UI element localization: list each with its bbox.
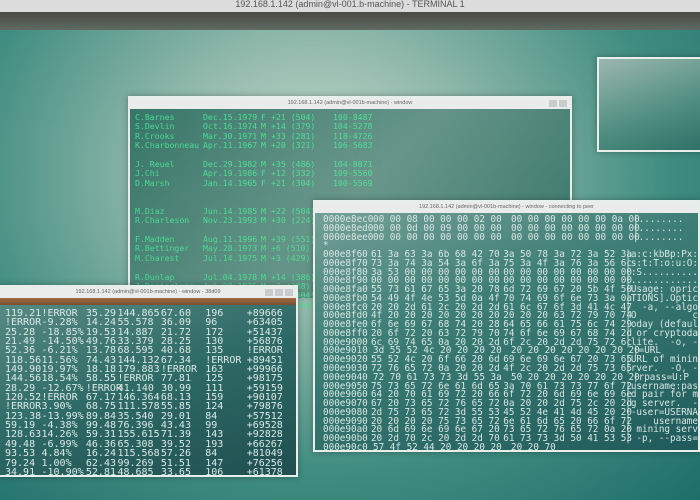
record-cell: +21 (304) xyxy=(271,177,316,188)
record-cell: Jul.14.1975 xyxy=(203,252,258,263)
record-cell xyxy=(333,188,393,197)
hex-bytes-1: 57 4f 52 44 20 20 20 20 xyxy=(373,441,502,453)
terminal-toolbar xyxy=(0,12,700,30)
hex-address: 000e90c0 xyxy=(323,441,368,453)
hex-ascii: | -p, --pass= xyxy=(625,433,698,445)
record-row: K.Charbonneau Apr.11.1967 M +20 (321) 106-56… xyxy=(135,140,565,151)
hexdump-window-titlebar[interactable]: 192.168.1.142 (admin@vl-001b-machine) - … xyxy=(315,202,698,213)
spreadsheet-header-row xyxy=(0,298,296,305)
hex-bytes-2: 20 20 70 xyxy=(511,441,556,453)
spreadsheet-window[interactable]: 192.168.1.142 (admin@vl-001b-machine) - … xyxy=(0,285,298,478)
hexdump-window-title: 192.168.1.142 (admin@vl-001b-machine) - … xyxy=(419,204,594,210)
record-cell: Jan.14.1965 xyxy=(203,177,258,188)
hexdump-content: 0000e8ec0 00 00 08 00 00 00 02 00 00 00 00… xyxy=(315,213,698,453)
record-cell: M xyxy=(261,140,266,151)
record-cell: 100-5569 xyxy=(333,177,373,188)
table-cell: 34.91 xyxy=(5,466,36,478)
minimize-icon[interactable] xyxy=(265,289,273,296)
minimize-icon[interactable] xyxy=(549,100,557,107)
table-cell: 52.81 xyxy=(85,466,116,478)
record-cell xyxy=(261,188,271,197)
hex-address: 0000e8ee0 xyxy=(323,231,374,243)
hex-ascii: |........ xyxy=(633,231,684,243)
record-cell: R.Charleson xyxy=(135,215,190,226)
record-cell: K.Charbonneau xyxy=(135,140,200,151)
table-cell: 33.65 xyxy=(160,466,191,478)
table-cell: 106 xyxy=(205,466,224,478)
hex-bytes-1: 00 00 00 00 00 00 00 00 xyxy=(373,231,502,243)
hexdump-row: 0000e8ee0 00 00 00 00 00 00 00 00 00 00 00… xyxy=(323,231,698,243)
hexdump-row: 000e90c0 57 4f 52 44 20 20 20 20 20 20 70 xyxy=(323,441,698,453)
record-cell: D.Marsh xyxy=(135,177,170,188)
record-cell xyxy=(271,188,333,197)
spreadsheet-window-titlebar[interactable]: 192.168.1.142 (admin@vl-001b-machine) - … xyxy=(0,287,296,298)
record-row: D.Marsh Jan.14.1965 F +21 (304) 100-5569 xyxy=(135,177,565,188)
record-cell: 106-5683 xyxy=(333,140,373,151)
record-cell: Nov.23.1993 xyxy=(203,215,258,226)
record-cell: M xyxy=(261,215,266,226)
close-icon[interactable] xyxy=(559,100,567,107)
record-cell xyxy=(135,188,203,197)
table-cell: -10.90% xyxy=(41,466,84,478)
records-window-title: 192.168.1.142 (admin@vl-001b-machine) - … xyxy=(287,100,413,106)
maximize-icon[interactable] xyxy=(275,289,283,296)
record-cell: M xyxy=(261,252,266,263)
table-cell: +61378 xyxy=(246,466,283,478)
spreadsheet-table: 119.21 !ERROR 35.29 144.865 67.60 196 +89666 !E… xyxy=(0,305,296,477)
record-cell: Apr.11.1967 xyxy=(203,140,258,151)
close-icon[interactable] xyxy=(285,289,293,296)
record-cell: F xyxy=(261,177,266,188)
hexdump-window[interactable]: 192.168.1.142 (admin@vl-001b-machine) - … xyxy=(313,200,700,452)
record-cell: M.Charest xyxy=(135,252,180,263)
record-row xyxy=(135,188,565,197)
spreadsheet-window-title: 192.168.1.142 (admin@vl-001b-machine) - … xyxy=(75,289,221,295)
record-cell: +20 (321) xyxy=(271,140,316,151)
record-cell xyxy=(203,188,261,197)
main-window-title: 192.168.1.142 (admin@vl-001.b-machine) -… xyxy=(0,0,700,12)
records-window-titlebar[interactable]: 192.168.1.142 (admin@vl-001b-machine) - … xyxy=(130,98,570,109)
hex-bytes-2: 00 00 00 00 00 00 00 00 xyxy=(511,231,640,243)
table-row: 34.91 -10.90% 52.81 48.685 33.65 106 +61378 xyxy=(5,466,296,478)
thumbnail-window[interactable] xyxy=(597,57,700,152)
table-cell: 48.685 xyxy=(117,466,154,478)
